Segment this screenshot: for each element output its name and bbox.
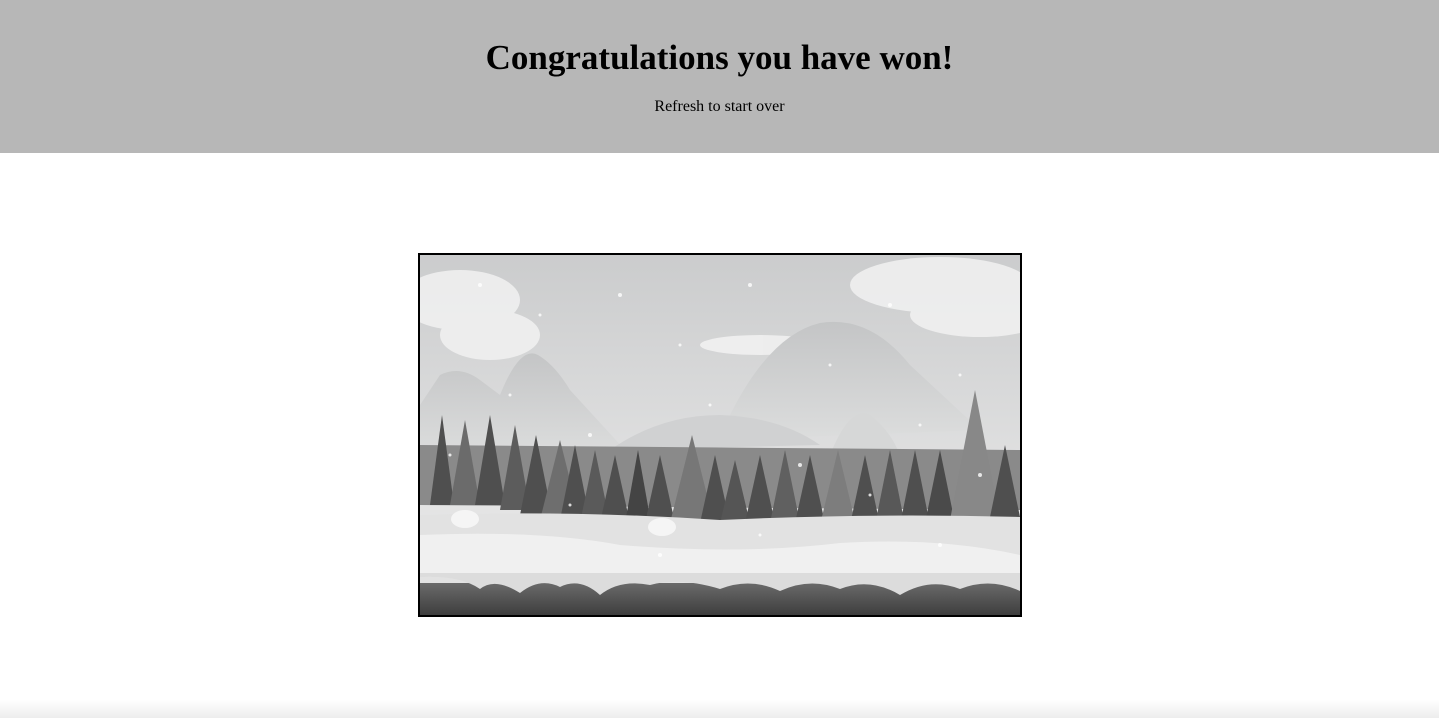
game-canvas[interactable]: [418, 253, 1022, 617]
snow-mound: [451, 510, 479, 528]
winter-landscape-image: [420, 255, 1020, 615]
bottom-edge-shadow: [0, 700, 1439, 718]
win-banner: Congratulations you have won! Refresh to…: [0, 0, 1439, 153]
win-title: Congratulations you have won!: [485, 38, 954, 77]
restart-hint: Refresh to start over: [654, 98, 785, 115]
snow-mound: [648, 518, 676, 536]
